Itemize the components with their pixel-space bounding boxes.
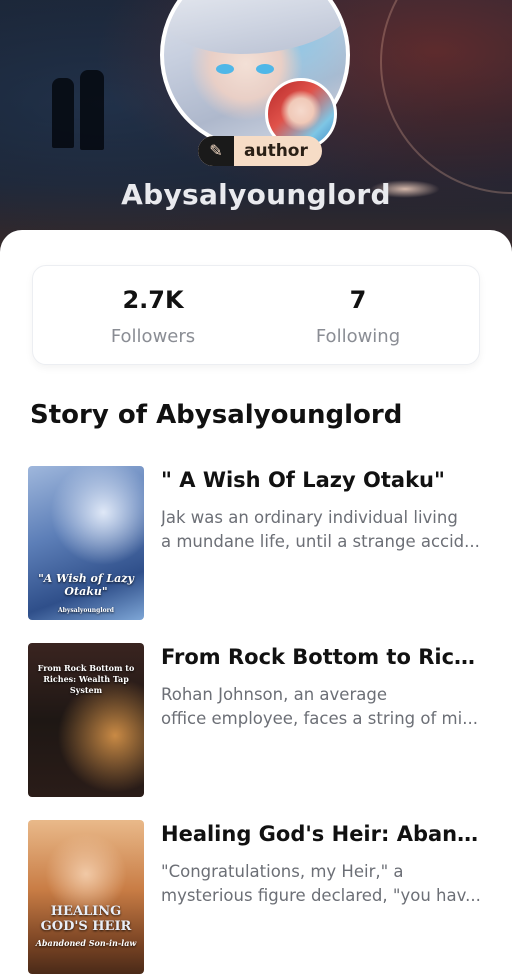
story-item[interactable]: HEALING GOD'S HEIR Abandoned Son-in-law … [28, 820, 484, 976]
avatar-eye [256, 64, 274, 74]
cover-title-text: From Rock Bottom to Riches: Wealth Tap S… [37, 663, 135, 695]
stats-card: 2.7K Followers 7 Following [32, 265, 480, 365]
story-description: Jak was an ordinary individual living a … [161, 506, 484, 554]
avatar-eye [216, 64, 234, 74]
story-title: " A Wish Of Lazy Otaku" [161, 468, 445, 492]
background-figure [80, 70, 104, 150]
following-count: 7 [349, 286, 367, 314]
following-label: Following [315, 326, 401, 347]
background-figure [52, 78, 74, 148]
author-badge: ✎ author [198, 136, 322, 166]
cover-title-text: "A Wish of Lazy Otaku" [38, 572, 134, 598]
followers-label: Followers [110, 326, 196, 347]
story-description-line: Rohan Johnson, an average [161, 685, 387, 704]
story-title: Healing God's Heir: Aband... [161, 822, 484, 846]
story-description: "Congratulations, my Heir," a mysterious… [161, 860, 484, 908]
story-title: From Rock Bottom to Rich... [161, 645, 484, 669]
cover-author-text: Abysalyounglord [58, 607, 114, 614]
story-description-line: a mundane life, until a strange accid... [161, 532, 480, 551]
profile-username: Abysalyounglord [121, 178, 391, 211]
story-description-line: mysterious figure declared, "you hav... [161, 886, 481, 905]
story-description-line: office employee, faces a string of mi... [161, 709, 478, 728]
story-cover[interactable]: From Rock Bottom to Riches: Wealth Tap S… [28, 643, 144, 797]
feather-icon: ✎ [198, 136, 234, 166]
avatar-hair [164, 0, 346, 54]
story-item[interactable]: "A Wish of Lazy Otaku" Abysalyounglord "… [28, 466, 484, 622]
followers-count: 2.7K [122, 286, 184, 314]
followers-stat[interactable]: 2.7K Followers [53, 286, 253, 347]
background-planet-arc [380, 0, 512, 194]
author-badge-label: author [244, 141, 308, 161]
section-title: Story of Abysalyounglord [30, 400, 403, 430]
cover-subtitle-text: Abandoned Son-in-law [35, 938, 137, 948]
following-stat[interactable]: 7 Following [258, 286, 458, 347]
story-description-line: "Congratulations, my Heir," a [161, 862, 404, 881]
story-item[interactable]: From Rock Bottom to Riches: Wealth Tap S… [28, 643, 484, 799]
story-description: Rohan Johnson, an average office employe… [161, 683, 484, 731]
story-description-line: Jak was an ordinary individual living [161, 508, 458, 527]
cover-title-text: HEALING GOD'S HEIR [40, 904, 132, 934]
story-cover[interactable]: HEALING GOD'S HEIR Abandoned Son-in-law [28, 820, 144, 974]
story-cover[interactable]: "A Wish of Lazy Otaku" Abysalyounglord [28, 466, 144, 620]
